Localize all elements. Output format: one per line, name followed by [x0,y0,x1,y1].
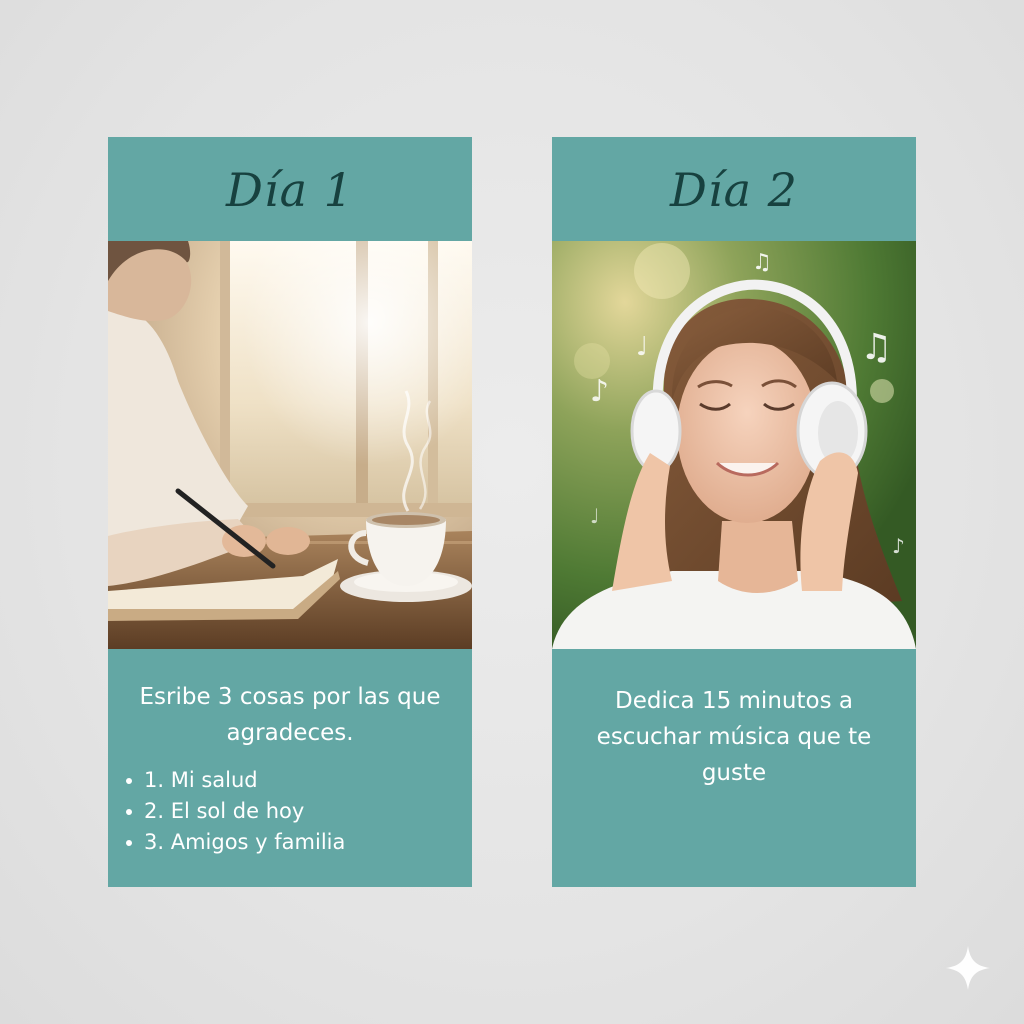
woman-headphones-music-photo: ♫ ♩ ♪ ♫ ♩ ♪ [552,241,916,649]
svg-text:♩: ♩ [590,504,599,528]
list-item: 2. El sol de hoy [126,796,472,827]
list-item-text: 2. El sol de hoy [144,799,305,823]
svg-text:♩: ♩ [636,332,648,362]
list-item-text: 1. Mi salud [144,768,258,792]
card-body: Dedica 15 minutos a escuchar música que … [552,649,916,887]
bullet-icon [126,808,132,815]
bullet-icon [126,777,132,784]
card-title: Día 1 [226,163,354,217]
svg-text:♪: ♪ [892,534,905,558]
gratitude-list: 1. Mi salud 2. El sol de hoy 3. Amigos y… [108,765,472,858]
list-item-text: 3. Amigos y familia [144,830,346,854]
svg-text:♫: ♫ [752,250,772,275]
sparkle-icon [946,946,990,990]
card-header: Día 1 [108,137,472,241]
card-title: Día 2 [670,163,798,217]
list-item: 3. Amigos y familia [126,827,472,858]
day-card-1: Día 1 Esribe 3 cosas por las que agradec… [108,137,472,887]
prompt-text: Dedica 15 minutos a escuchar música que … [596,688,872,786]
list-item: 1. Mi salud [126,765,472,796]
journaling-coffee-photo [108,241,472,649]
day-card-2: Día 2 ♫ ♩ ♪ ♫ ♩ ♪ Dedica 15 minutos a es… [552,137,916,887]
svg-text:♪: ♪ [590,374,609,409]
card-body: Esribe 3 cosas por las que agradeces. 1.… [108,649,472,887]
svg-text:♫: ♫ [860,327,892,368]
bullet-icon [126,839,132,846]
card-header: Día 2 [552,137,916,241]
prompt-text: Esribe 3 cosas por las que agradeces. [139,684,441,746]
